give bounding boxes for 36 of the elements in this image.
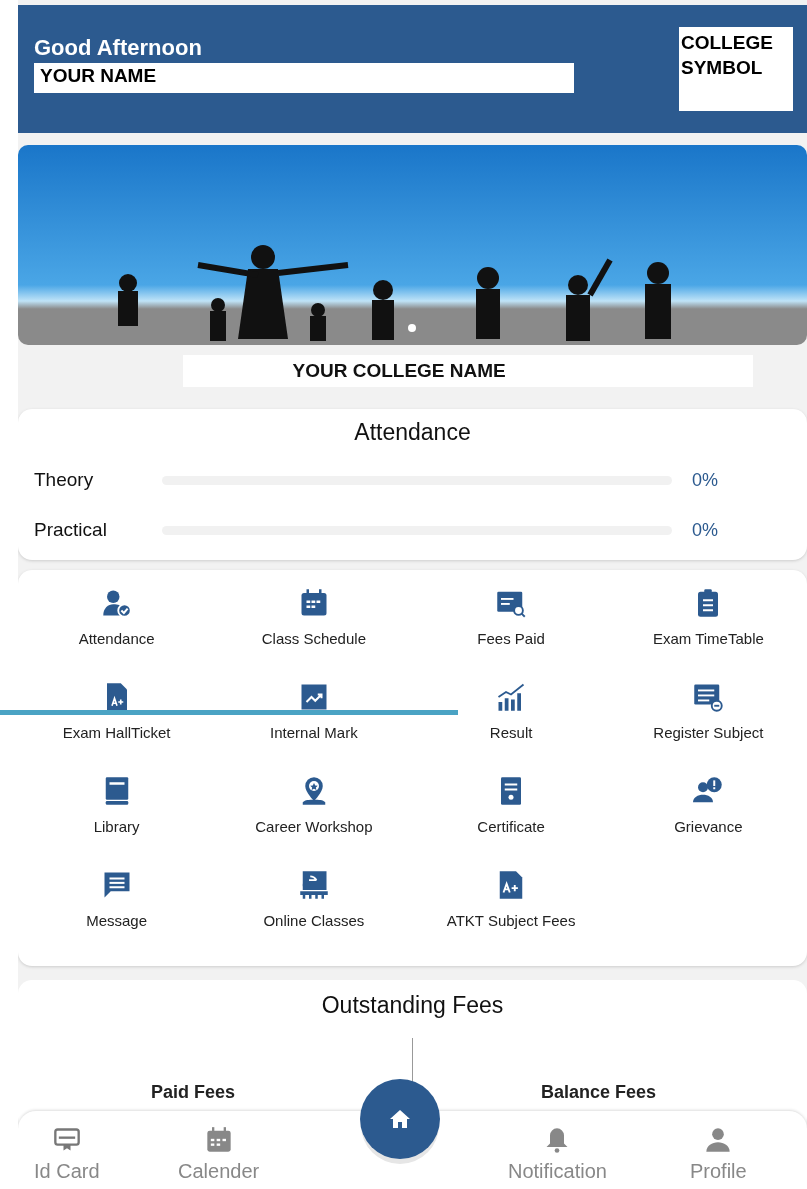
attendance-percent: 0% bbox=[692, 469, 718, 491]
logo-text: COLLEGE SYMBOL bbox=[681, 32, 773, 78]
nav-item[interactable]: Calender bbox=[178, 1126, 260, 1183]
attendance-percent: 0% bbox=[692, 519, 718, 541]
menu-item[interactable]: Fees Paid bbox=[412, 588, 610, 674]
greeting-text: Good Afternoon bbox=[34, 35, 203, 61]
fees-title: Outstanding Fees bbox=[320, 991, 505, 1019]
menu-item[interactable]: Result bbox=[412, 682, 610, 768]
user-check-icon bbox=[101, 588, 132, 618]
menu-item[interactable]: Attendance bbox=[18, 588, 216, 674]
attendance-label: Practical bbox=[34, 519, 108, 541]
menu-item[interactable]: Register Subject bbox=[609, 682, 807, 768]
attendance-title: Attendance bbox=[353, 419, 472, 446]
menu-item[interactable]: Certificate bbox=[412, 776, 610, 862]
balance-fees-label: Balance Fees bbox=[541, 1082, 657, 1103]
paid-fees-label: Paid Fees bbox=[151, 1082, 236, 1103]
user-name: YOUR NAME bbox=[34, 63, 574, 93]
menu-item[interactable]: Exam HallTicket bbox=[18, 682, 216, 768]
menu-item[interactable]: Online Classes bbox=[215, 870, 413, 956]
attendance-label: Theory bbox=[34, 469, 95, 491]
college-name: YOUR COLLEGE NAME bbox=[182, 355, 753, 387]
home-icon bbox=[388, 1107, 412, 1131]
bar-chart-icon bbox=[496, 682, 527, 712]
menu-item[interactable]: ATKT Subject Fees bbox=[412, 870, 610, 956]
menu-item[interactable]: Library bbox=[18, 776, 216, 862]
menu-item[interactable]: Career Workshop bbox=[215, 776, 413, 862]
id-card-icon bbox=[51, 1126, 82, 1154]
menu-item[interactable]: Internal Mark bbox=[215, 682, 413, 768]
calendar-icon bbox=[298, 588, 329, 618]
nav-item[interactable]: Notification bbox=[508, 1126, 607, 1183]
nav-item[interactable]: Profile bbox=[690, 1126, 747, 1183]
menu-item[interactable]: Grievance bbox=[609, 776, 807, 862]
menu-item[interactable]: Class Schedule bbox=[215, 588, 413, 674]
menu-item[interactable]: Exam TimeTable bbox=[609, 588, 807, 674]
nav-item[interactable]: Id Card bbox=[34, 1126, 100, 1183]
menu-item[interactable]: Message bbox=[18, 870, 216, 956]
